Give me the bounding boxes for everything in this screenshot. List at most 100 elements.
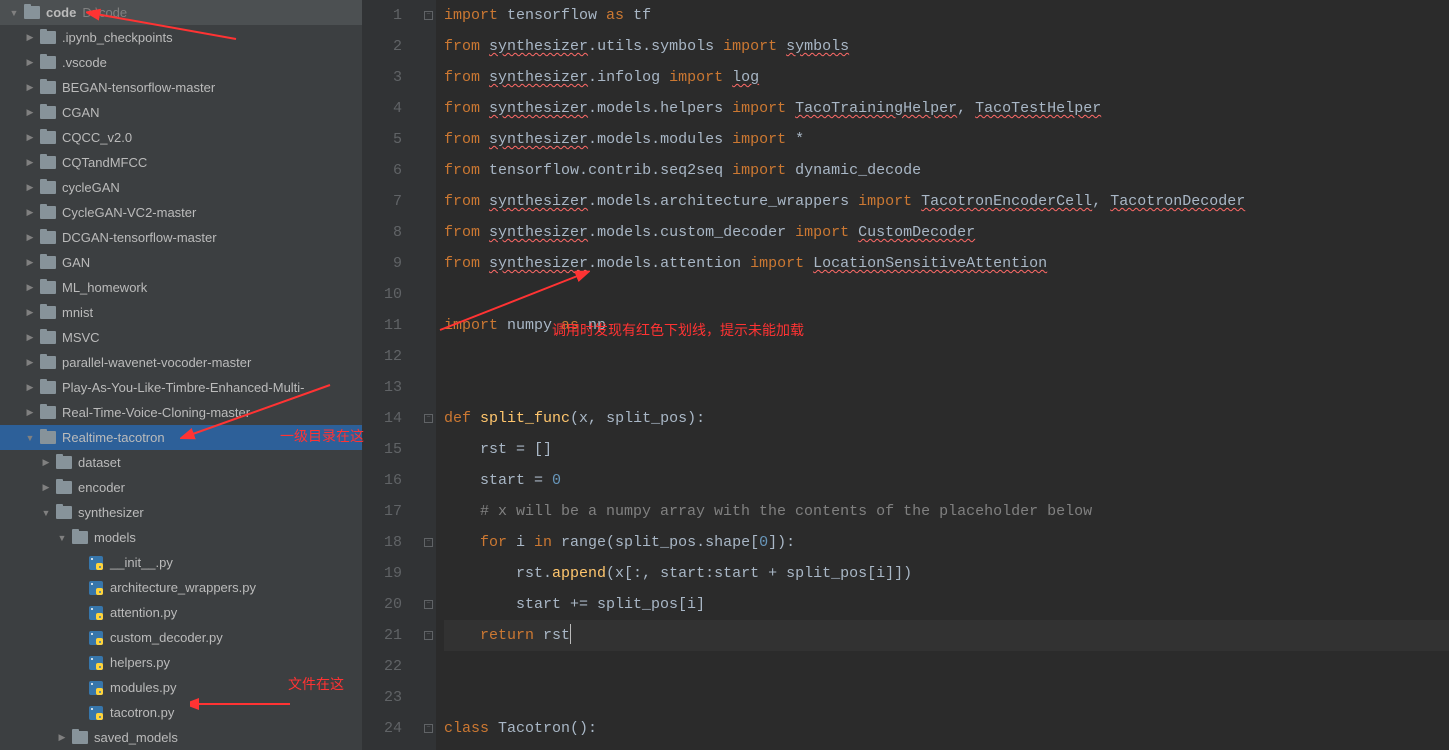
tree-item-cqtandmfcc[interactable]: ▶CQTandMFCC: [0, 150, 362, 175]
code-line[interactable]: rst = []: [444, 434, 1449, 465]
chevron-right-icon: ▶: [24, 107, 36, 118]
code-line[interactable]: rst.append(x[:, start:start + split_pos[…: [444, 558, 1449, 589]
tree-item-label: architecture_wrappers.py: [110, 580, 256, 595]
code-line[interactable]: from synthesizer.models.architecture_wra…: [444, 186, 1449, 217]
tree-item-models[interactable]: ▼models: [0, 525, 362, 550]
code-line[interactable]: import numpy as np: [444, 310, 1449, 341]
tree-item-label: parallel-wavenet-vocoder-master: [62, 355, 251, 370]
code-line[interactable]: from synthesizer.models.modules import *: [444, 124, 1449, 155]
fold-marker-icon[interactable]: −: [424, 414, 433, 423]
folder-icon: [40, 281, 56, 294]
tree-item-label: saved_models: [94, 730, 178, 745]
python-file-icon: [88, 630, 104, 646]
code-area[interactable]: import tensorflow as tffrom synthesizer.…: [436, 0, 1449, 750]
tree-item-msvc[interactable]: ▶MSVC: [0, 325, 362, 350]
code-line[interactable]: for i in range(split_pos.shape[0]):: [444, 527, 1449, 558]
tree-item-cyclegan-vc2-master[interactable]: ▶CycleGAN-VC2-master: [0, 200, 362, 225]
code-line[interactable]: [444, 372, 1449, 403]
line-number: 8: [362, 217, 406, 248]
code-line[interactable]: from synthesizer.models.custom_decoder i…: [444, 217, 1449, 248]
fold-column: − − − − − −: [422, 0, 436, 750]
tree-item-helpers-py[interactable]: helpers.py: [0, 650, 362, 675]
tree-item-play-as-you-like-timbre-enhanced-multi-[interactable]: ▶Play-As-You-Like-Timbre-Enhanced-Multi-: [0, 375, 362, 400]
fold-marker-icon[interactable]: −: [424, 724, 433, 733]
code-line[interactable]: from synthesizer.infolog import log: [444, 62, 1449, 93]
folder-icon: [40, 131, 56, 144]
code-line[interactable]: from synthesizer.models.attention import…: [444, 248, 1449, 279]
folder-icon: [40, 156, 56, 169]
python-file-icon: [88, 555, 104, 571]
tree-item-synthesizer[interactable]: ▼synthesizer: [0, 500, 362, 525]
code-line[interactable]: from synthesizer.utils.symbols import sy…: [444, 31, 1449, 62]
tree-item-label: CQCC_v2.0: [62, 130, 132, 145]
fold-marker-icon[interactable]: −: [424, 600, 433, 609]
line-number: 16: [362, 465, 406, 496]
python-file-icon: [88, 655, 104, 671]
tree-item--ipynb-checkpoints[interactable]: ▶.ipynb_checkpoints: [0, 25, 362, 50]
code-line[interactable]: # x will be a numpy array with the conte…: [444, 496, 1449, 527]
line-number: 14: [362, 403, 406, 434]
line-number: 5: [362, 124, 406, 155]
tree-item-ml-homework[interactable]: ▶ML_homework: [0, 275, 362, 300]
tree-item-architecture-wrappers-py[interactable]: architecture_wrappers.py: [0, 575, 362, 600]
fold-marker-icon[interactable]: −: [424, 11, 433, 20]
tree-item--vscode[interactable]: ▶.vscode: [0, 50, 362, 75]
chevron-right-icon: ▶: [24, 32, 36, 43]
tree-item-label: Realtime-tacotron: [62, 430, 165, 445]
chevron-right-icon: ▶: [24, 182, 36, 193]
tree-item-cqcc-v2-0[interactable]: ▶CQCC_v2.0: [0, 125, 362, 150]
tree-item-custom-decoder-py[interactable]: custom_decoder.py: [0, 625, 362, 650]
tree-item-parallel-wavenet-vocoder-master[interactable]: ▶parallel-wavenet-vocoder-master: [0, 350, 362, 375]
code-line[interactable]: def split_func(x, split_pos):: [444, 403, 1449, 434]
code-line[interactable]: from tensorflow.contrib.seq2seq import d…: [444, 155, 1449, 186]
tree-item-began-tensorflow-master[interactable]: ▶BEGAN-tensorflow-master: [0, 75, 362, 100]
chevron-right-icon: ▶: [24, 307, 36, 318]
folder-icon: [40, 81, 56, 94]
folder-icon: [56, 456, 72, 469]
code-line[interactable]: import tensorflow as tf: [444, 0, 1449, 31]
code-line[interactable]: [444, 341, 1449, 372]
tree-item-tacotron-py[interactable]: tacotron.py: [0, 700, 362, 725]
code-line[interactable]: [444, 651, 1449, 682]
tree-item-label: cycleGAN: [62, 180, 120, 195]
line-number: 20: [362, 589, 406, 620]
code-line[interactable]: return rst: [444, 620, 1449, 651]
tree-item-label: models: [94, 530, 136, 545]
code-line[interactable]: start += split_pos[i]: [444, 589, 1449, 620]
tree-item-label: GAN: [62, 255, 90, 270]
chevron-right-icon: ▶: [24, 407, 36, 418]
tree-root[interactable]: ▼ code D:\code: [0, 0, 362, 25]
chevron-right-icon: ▶: [40, 482, 52, 493]
tree-item-dcgan-tensorflow-master[interactable]: ▶DCGAN-tensorflow-master: [0, 225, 362, 250]
fold-marker-icon[interactable]: −: [424, 538, 433, 547]
folder-icon: [40, 106, 56, 119]
tree-item-real-time-voice-cloning-master[interactable]: ▶Real-Time-Voice-Cloning-master: [0, 400, 362, 425]
tree-item-encoder[interactable]: ▶encoder: [0, 475, 362, 500]
tree-item-label: helpers.py: [110, 655, 170, 670]
chevron-right-icon: ▶: [56, 732, 68, 743]
project-tree[interactable]: ▼ code D:\code ▶.ipynb_checkpoints▶.vsco…: [0, 0, 362, 750]
code-line[interactable]: [444, 279, 1449, 310]
code-line[interactable]: class Tacotron():: [444, 713, 1449, 744]
tree-item-saved-models[interactable]: ▶ saved_models: [0, 725, 362, 750]
tree-item---init---py[interactable]: __init__.py: [0, 550, 362, 575]
tree-item-modules-py[interactable]: modules.py: [0, 675, 362, 700]
code-line[interactable]: from synthesizer.models.helpers import T…: [444, 93, 1449, 124]
line-number: 22: [362, 651, 406, 682]
folder-icon: [40, 406, 56, 419]
line-number: 2: [362, 31, 406, 62]
line-number: 21: [362, 620, 406, 651]
folder-icon: [56, 506, 72, 519]
tree-item-attention-py[interactable]: attention.py: [0, 600, 362, 625]
tree-item-realtime-tacotron[interactable]: ▼Realtime-tacotron: [0, 425, 362, 450]
folder-icon: [40, 331, 56, 344]
tree-item-cgan[interactable]: ▶CGAN: [0, 100, 362, 125]
code-line[interactable]: start = 0: [444, 465, 1449, 496]
tree-item-dataset[interactable]: ▶dataset: [0, 450, 362, 475]
code-editor[interactable]: 123456789101112131415161718192021222324 …: [362, 0, 1449, 750]
fold-marker-icon[interactable]: −: [424, 631, 433, 640]
code-line[interactable]: [444, 682, 1449, 713]
tree-item-gan[interactable]: ▶GAN: [0, 250, 362, 275]
tree-item-mnist[interactable]: ▶mnist: [0, 300, 362, 325]
tree-item-cyclegan[interactable]: ▶ cycleGAN: [0, 175, 362, 200]
